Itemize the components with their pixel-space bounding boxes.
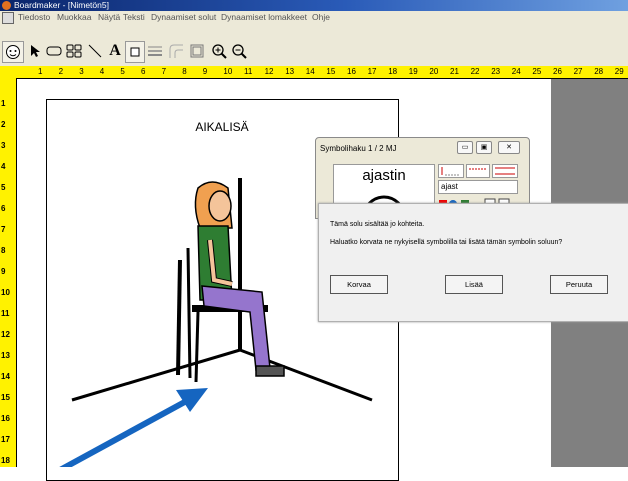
cancel-button[interactable]: Peruuta xyxy=(550,275,608,294)
replace-button[interactable]: Korvaa xyxy=(330,275,388,294)
symbol-search-title: Symbolihaku xyxy=(320,144,366,153)
symbol-mj-label: MJ xyxy=(385,144,397,153)
replace-symbol-dialog[interactable]: Tämä solu sisältää jo kohteita. Haluatko… xyxy=(318,203,628,322)
symbol-word-text: ajastin xyxy=(362,167,406,184)
add-button[interactable]: Lisää xyxy=(445,275,503,294)
text-after-icon[interactable] xyxy=(492,164,518,178)
dialog-message-contains: Tämä solu sisältää jo kohteita. xyxy=(330,221,425,228)
text-before-icon[interactable] xyxy=(466,164,490,178)
arrow-icon[interactable] xyxy=(59,388,208,467)
maximize-icon[interactable]: ▣ xyxy=(476,141,492,154)
symbol-page-indicator: 1 / 2 xyxy=(368,144,384,153)
dialog-message-question: Haluatko korvata ne nykyisellä symbolill… xyxy=(330,239,563,246)
minimize-icon[interactable]: ▭ xyxy=(457,141,473,154)
symbol-search-input[interactable]: ajast xyxy=(438,180,518,194)
text-position-icon[interactable] xyxy=(438,164,464,178)
close-icon[interactable]: ✕ xyxy=(498,141,520,154)
